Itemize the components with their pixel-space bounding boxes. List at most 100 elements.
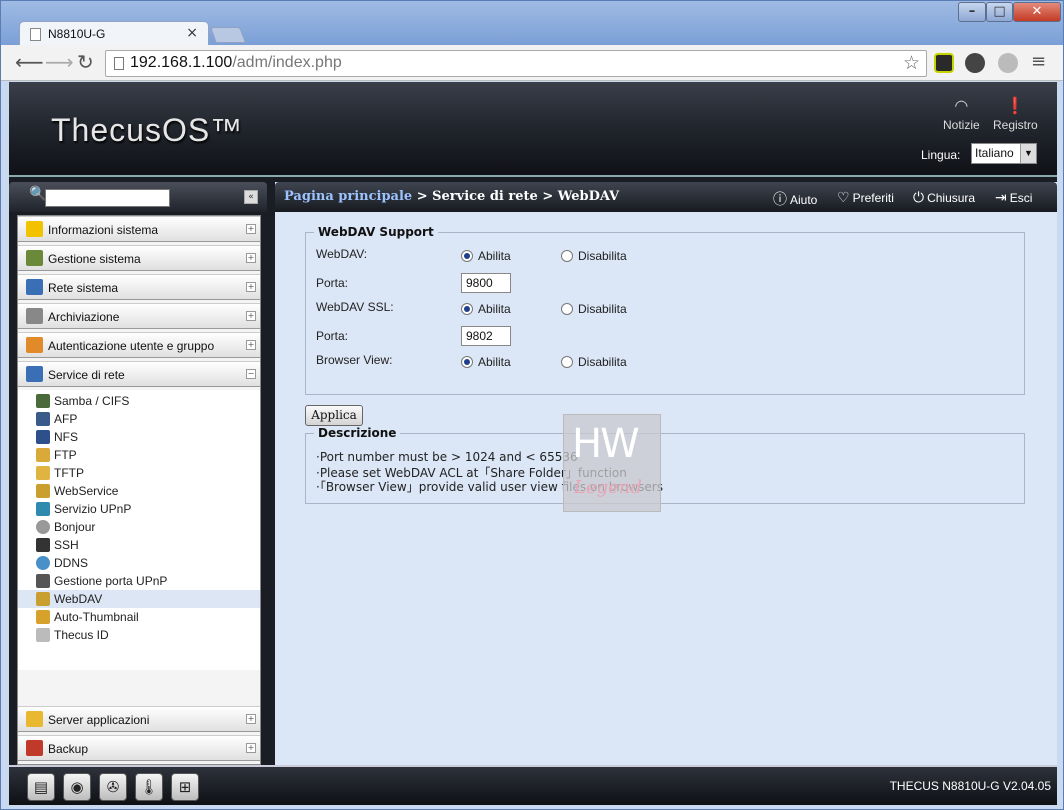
sub-item-nfs[interactable]: NFS <box>18 428 260 446</box>
sub-item-thecus-id[interactable]: Thecus ID <box>18 626 260 644</box>
expand-icon[interactable]: + <box>246 311 256 321</box>
upnp-icon <box>36 502 50 516</box>
collapse-icon[interactable]: − <box>246 369 256 379</box>
back-arrow-icon[interactable]: ⟵ <box>15 51 44 73</box>
radio-checked-icon <box>461 356 473 368</box>
radio-unchecked-icon <box>561 356 573 368</box>
samba-icon <box>36 394 50 408</box>
thermometer-icon[interactable]: 🌡 <box>135 773 163 801</box>
browser-window: N8810U-G × – □ ✕ ⟵ ⟶ ↻ 192.168.1.100/adm… <box>0 0 1064 810</box>
apply-button[interactable]: Applica <box>305 405 363 426</box>
sidebar-search-bar: 🔍 « <box>9 182 267 212</box>
help-button[interactable]: ⓘ Aiuto <box>773 189 817 209</box>
sub-item-upnp[interactable]: Servizio UPnP <box>18 500 260 518</box>
sub-item-upnp-port[interactable]: Gestione porta UPnP <box>18 572 260 590</box>
ftp-icon <box>36 448 50 462</box>
afp-icon <box>36 412 50 426</box>
webdav-enable-radio[interactable]: Abilita <box>461 249 511 263</box>
breadcrumb-bar: Pagina principale > Service di rete > We… <box>275 182 1057 212</box>
sidebar-item-rete-sistema[interactable]: Rete sistema + <box>18 274 260 300</box>
webdav-support-title: WebDAV Support <box>318 225 434 239</box>
description-title: Descrizione <box>318 426 397 440</box>
sub-item-samba[interactable]: Samba / CIFS <box>18 392 260 410</box>
thecusos-logo: ThecusOS™ <box>51 112 244 148</box>
sidebar-item-archiviazione[interactable]: Archiviazione + <box>18 303 260 329</box>
sub-item-bonjour[interactable]: Bonjour <box>18 518 260 536</box>
notizie-link[interactable]: ◠ Notizie <box>943 96 980 132</box>
fan-icon[interactable]: ✇ <box>99 773 127 801</box>
collapse-sidebar-button[interactable]: « <box>244 190 258 204</box>
registro-link[interactable]: ❗ Registro <box>993 96 1038 132</box>
main-content: Pagina principale > Service di rete > We… <box>275 182 1057 765</box>
page-icon <box>30 28 41 41</box>
tab-close-icon[interactable]: × <box>186 25 198 41</box>
sub-item-ftp[interactable]: FTP <box>18 446 260 464</box>
radio-checked-icon <box>461 250 473 262</box>
browser-titlebar: N8810U-G × – □ ✕ <box>1 1 1063 47</box>
tab-title: N8810U-G <box>48 27 106 41</box>
reload-icon[interactable]: ↻ <box>77 51 94 73</box>
forward-arrow-icon[interactable]: ⟶ <box>45 51 74 73</box>
sub-item-ddns[interactable]: DDNS <box>18 554 260 572</box>
sub-item-tftp[interactable]: TFTP <box>18 464 260 482</box>
bonjour-icon <box>36 520 50 534</box>
sub-item-ssh[interactable]: SSH <box>18 536 260 554</box>
favorites-button[interactable]: ♡ Preferiti <box>837 189 894 206</box>
shutdown-button[interactable]: ⏻ Chiusura <box>913 189 975 206</box>
help-icon: ⓘ <box>773 191 787 207</box>
sidebar-item-service-di-rete[interactable]: Service di rete − <box>18 361 260 387</box>
expand-icon[interactable]: + <box>246 253 256 263</box>
radio-unchecked-icon <box>561 250 573 262</box>
search-input[interactable] <box>45 189 170 207</box>
ssl-disable-radio[interactable]: Disabilita <box>561 302 627 316</box>
sidebar-menu: Informazioni sistema + Gestione sistema … <box>17 215 261 765</box>
sub-item-auto-thumbnail[interactable]: Auto-Thumbnail <box>18 608 260 626</box>
ssl-enable-radio[interactable]: Abilita <box>461 302 511 316</box>
logout-button[interactable]: ⇥ Esci <box>995 189 1032 206</box>
breadcrumb-home-link[interactable]: Pagina principale <box>284 189 412 204</box>
sidebar-item-informazioni-sistema[interactable]: Informazioni sistema + <box>18 216 260 242</box>
extension-check-icon[interactable] <box>934 53 954 73</box>
expand-icon[interactable]: + <box>246 224 256 234</box>
browser-tab[interactable]: N8810U-G × <box>19 21 209 47</box>
browser-view-disable-radio[interactable]: Disabilita <box>561 355 627 369</box>
expand-icon[interactable]: + <box>246 743 256 753</box>
expand-icon[interactable]: + <box>246 340 256 350</box>
sidebar-item-autenticazione[interactable]: Autenticazione utente e gruppo + <box>18 332 260 358</box>
server-icon[interactable]: ▤ <box>27 773 55 801</box>
network-icon <box>26 279 43 295</box>
bookmark-star-icon[interactable]: ☆ <box>903 52 920 74</box>
sub-item-webdav[interactable]: WebDAV <box>18 590 260 608</box>
sidebar-item-server-applicazioni[interactable]: Server applicazioni + <box>18 706 260 732</box>
upnp-port-icon <box>36 574 50 588</box>
minimize-button[interactable]: – <box>958 2 986 22</box>
sidebar-item-gestione-sistema[interactable]: Gestione sistema + <box>18 245 260 271</box>
radio-checked-icon <box>461 303 473 315</box>
expand-icon[interactable]: + <box>246 282 256 292</box>
new-tab-button[interactable] <box>210 27 246 43</box>
sub-item-webservice[interactable]: WebService <box>18 482 260 500</box>
maximize-button[interactable]: □ <box>986 2 1013 22</box>
webdav-icon <box>36 592 50 606</box>
browser-view-enable-radio[interactable]: Abilita <box>461 355 511 369</box>
firmware-version: THECUS N8810U-G V2.04.05 <box>889 779 1051 793</box>
extension-shield-icon[interactable] <box>998 53 1018 73</box>
id-card-icon <box>36 628 50 642</box>
footer-bar: ▤ ◉ ✇ 🌡 ⊞ THECUS N8810U-G V2.04.05 <box>9 765 1057 805</box>
sub-item-afp[interactable]: AFP <box>18 410 260 428</box>
extension-off-icon[interactable] <box>965 53 985 73</box>
ddns-icon <box>36 556 50 570</box>
ssl-port-input[interactable]: 9802 <box>461 326 511 346</box>
close-window-button[interactable]: ✕ <box>1013 2 1061 22</box>
disk-icon[interactable]: ◉ <box>63 773 91 801</box>
webdav-port-input[interactable]: 9800 <box>461 273 511 293</box>
expand-icon[interactable]: + <box>246 714 256 724</box>
description-line: ·Port number must be > 1024 and < 65536 <box>316 450 578 464</box>
users-icon <box>26 337 43 353</box>
language-select[interactable]: Italiano ▼ <box>971 143 1037 164</box>
menu-icon[interactable]: ≡ <box>1031 51 1046 73</box>
network-topology-icon[interactable]: ⊞ <box>171 773 199 801</box>
webdav-disable-radio[interactable]: Disabilita <box>561 249 627 263</box>
sidebar-item-backup[interactable]: Backup + <box>18 735 260 761</box>
address-bar[interactable]: 192.168.1.100/adm/index.php ☆ <box>105 50 927 77</box>
